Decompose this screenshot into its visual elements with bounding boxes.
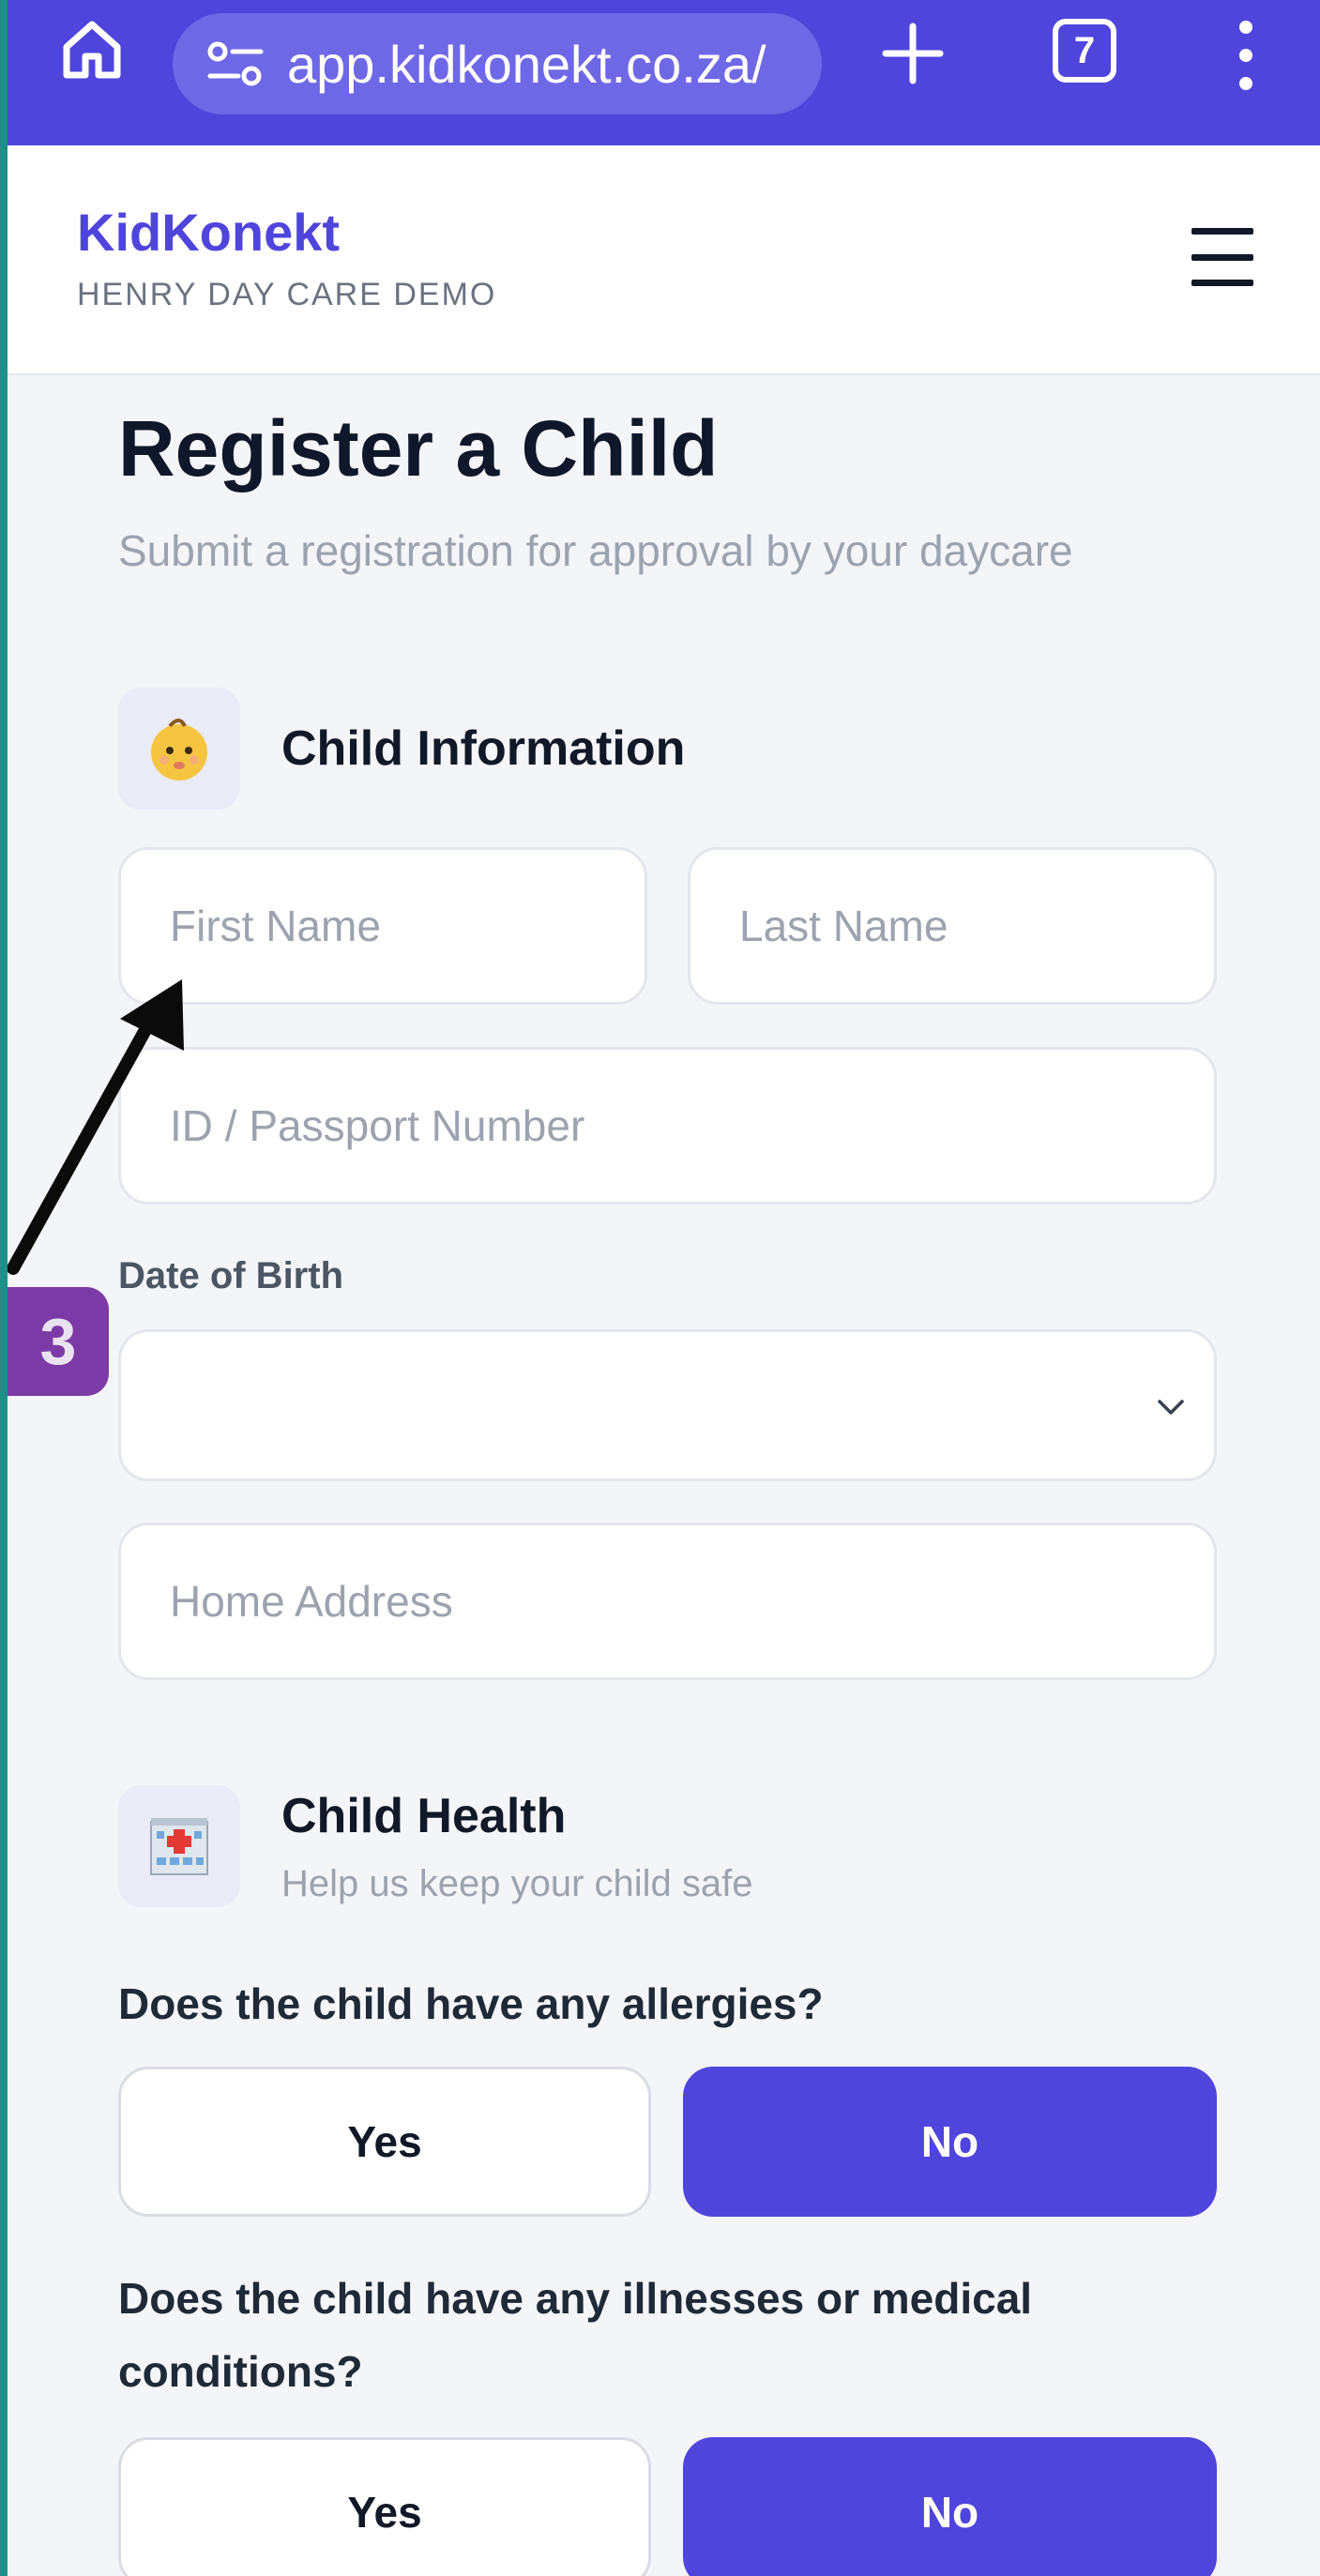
home-icon[interactable]: [54, 17, 129, 83]
last-name-input[interactable]: [688, 847, 1217, 1005]
allergies-yes-button[interactable]: Yes: [118, 2067, 651, 2217]
date-of-birth-select[interactable]: [118, 1329, 1217, 1481]
site-settings-icon[interactable]: [206, 40, 265, 87]
allergies-no-button[interactable]: No: [683, 2067, 1217, 2217]
address-bar[interactable]: app.kidkonekt.co.za/: [173, 13, 822, 114]
id-passport-input[interactable]: [118, 1047, 1217, 1205]
section-title-child-information: Child Information: [281, 721, 686, 776]
daycare-name: HENRY DAY CARE DEMO: [77, 277, 497, 312]
url-text: app.kidkonekt.co.za/: [287, 34, 766, 94]
hospital-icon: [118, 1785, 240, 1907]
baby-face-icon: [118, 688, 240, 810]
section-subtitle-child-health: Help us keep your child safe: [281, 1863, 753, 1904]
illness-yes-button[interactable]: Yes: [118, 2437, 651, 2576]
browser-menu-icon[interactable]: [1227, 13, 1265, 98]
annotation-arrow: [8, 979, 184, 1275]
page-subtitle: Submit a registration for approval by yo…: [118, 526, 1073, 575]
section-title-child-health: Child Health: [281, 1789, 567, 1843]
hamburger-menu-icon[interactable]: [1191, 228, 1253, 286]
app-header: KidKonekt HENRY DAY CARE DEMO: [8, 145, 1320, 375]
new-tab-icon[interactable]: [871, 11, 955, 96]
step-number-badge: 3: [8, 1287, 109, 1396]
question-allergies: Does the child have any allergies?: [118, 1979, 824, 2028]
tab-switcher-button[interactable]: 7: [1053, 19, 1116, 83]
question-illnesses: Does the child have any illnesses or med…: [118, 2274, 1033, 2396]
home-address-input[interactable]: [118, 1523, 1217, 1680]
chevron-down-icon: [1158, 1400, 1184, 1415]
browser-toolbar: app.kidkonekt.co.za/ 7: [8, 0, 1320, 145]
brand-logo[interactable]: KidKonekt: [77, 202, 340, 263]
page-title: Register a Child: [118, 404, 719, 492]
screen: app.kidkonekt.co.za/ 7 KidKonekt HENRY D…: [8, 0, 1320, 2576]
illness-no-button[interactable]: No: [683, 2437, 1217, 2576]
